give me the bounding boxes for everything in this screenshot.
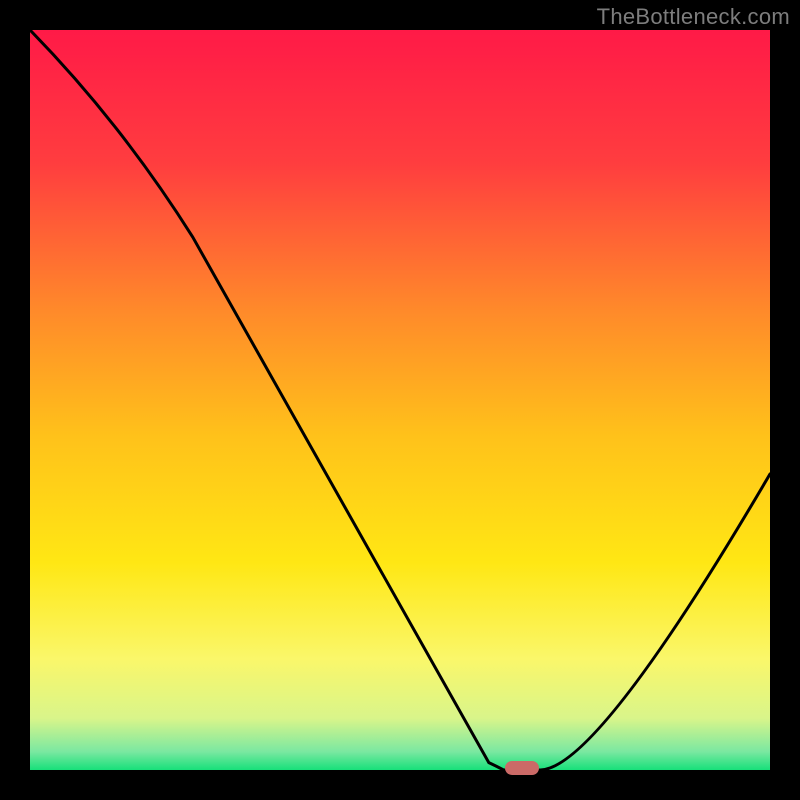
gradient-background xyxy=(30,30,770,770)
watermark-text: TheBottleneck.com xyxy=(597,4,790,30)
chart-frame: TheBottleneck.com xyxy=(0,0,800,800)
optimal-marker xyxy=(505,761,539,775)
plot-svg xyxy=(30,30,770,770)
plot-area xyxy=(30,30,770,770)
